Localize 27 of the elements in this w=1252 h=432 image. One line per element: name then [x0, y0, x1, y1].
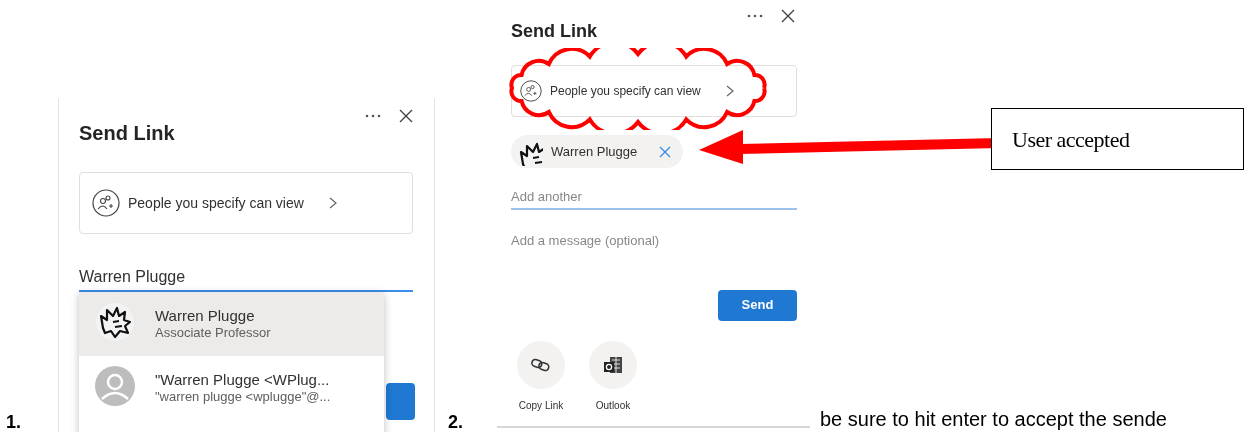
- chevron-right-icon: [724, 84, 735, 98]
- dialog-title: Send Link: [511, 20, 598, 43]
- dialog-title: Send Link: [79, 121, 176, 146]
- contact-detail: "warren plugge <wplugge"@...: [155, 389, 331, 406]
- contact-name: "Warren Plugge <WPlug...: [155, 370, 331, 390]
- instruction-text: be sure to hit enter to accept the sende: [820, 407, 1167, 431]
- add-recipient-field[interactable]: Add another: [511, 184, 797, 210]
- chevron-right-icon: [327, 196, 338, 210]
- recipient-name: Warren Plugge: [551, 142, 638, 161]
- contact-name: Warren Plugge: [155, 306, 256, 326]
- callout-box: User accepted: [991, 108, 1244, 170]
- close-icon[interactable]: [780, 8, 796, 24]
- more-options-icon[interactable]: [746, 13, 764, 19]
- suggestion-item[interactable]: Warren Plugge Associate Professor: [79, 292, 384, 356]
- send-button[interactable]: Send: [718, 289, 797, 321]
- step-number: 1.: [6, 411, 21, 432]
- message-field[interactable]: Add a message (optional): [511, 229, 797, 252]
- close-icon[interactable]: [398, 108, 414, 124]
- permission-selector[interactable]: People you specify can view: [511, 65, 797, 117]
- step-number: 2.: [448, 411, 463, 432]
- more-options-icon[interactable]: [364, 113, 382, 119]
- remove-icon[interactable]: [659, 145, 671, 158]
- people-icon: [520, 80, 542, 102]
- permission-selector[interactable]: People you specify can view: [79, 172, 413, 234]
- contact-detail: Associate Professor: [155, 325, 271, 342]
- suggestion-item[interactable]: "Warren Plugge <WPlug... "warren plugge <wplugge"@...: [79, 356, 384, 420]
- people-icon: [92, 189, 120, 217]
